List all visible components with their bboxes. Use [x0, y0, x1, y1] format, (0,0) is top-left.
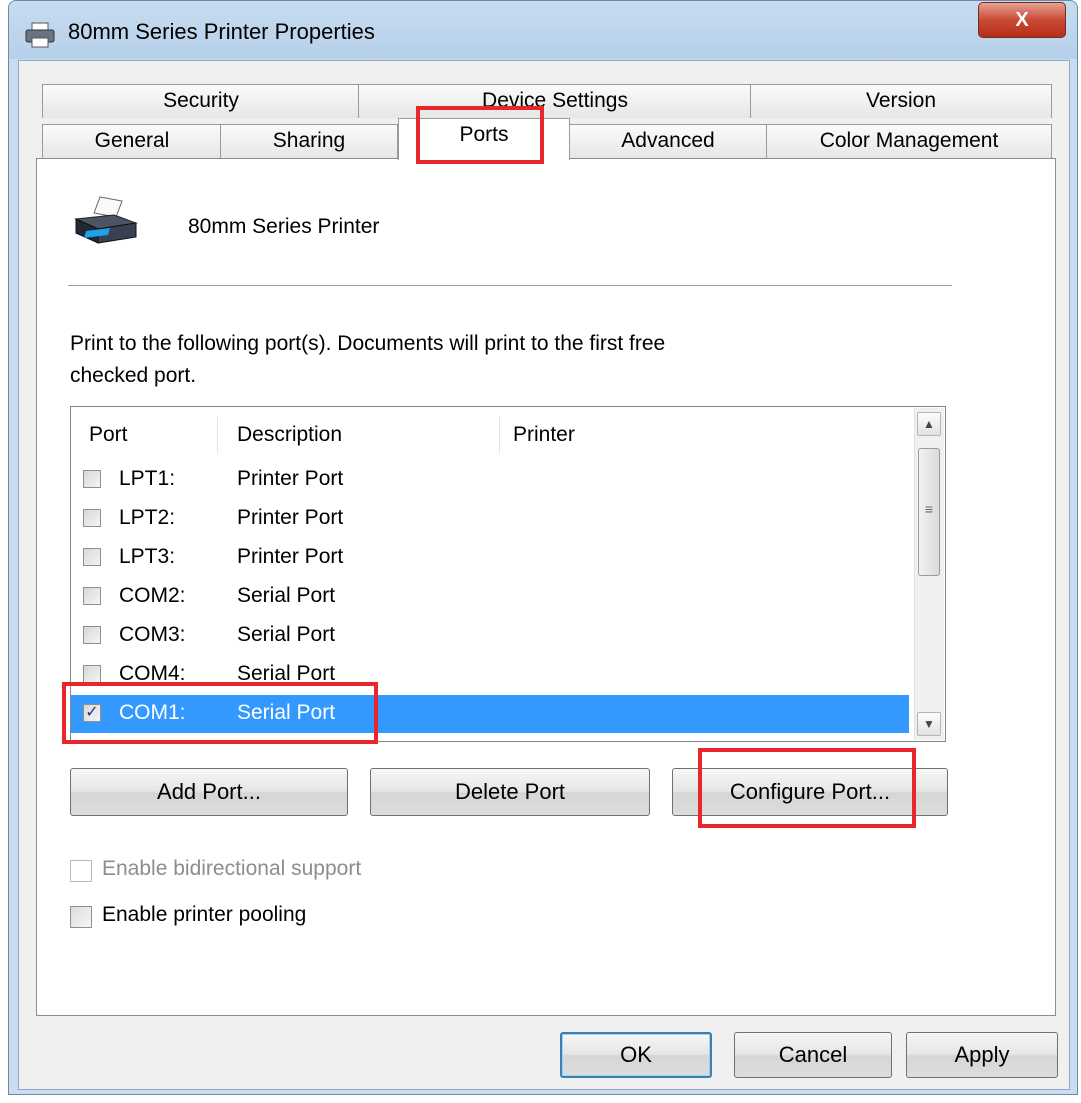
table-row[interactable]: LPT1: Printer Port: [71, 461, 909, 499]
separator: [68, 285, 952, 286]
port-name: LPT2:: [119, 506, 176, 529]
instructions-line-2: checked port.: [70, 364, 197, 387]
scroll-down-icon[interactable]: ▼: [917, 712, 941, 736]
cancel-button[interactable]: Cancel: [734, 1032, 892, 1078]
scroll-up-icon[interactable]: ▲: [917, 412, 941, 436]
printer-name: 80mm Series Printer: [188, 215, 380, 238]
highlight-box-com1-row: [62, 682, 378, 744]
tab-security[interactable]: Security: [42, 84, 360, 118]
table-row[interactable]: LPT3: Printer Port: [71, 539, 909, 577]
highlight-box-configure-port: [698, 748, 916, 828]
delete-port-button[interactable]: Delete Port: [370, 768, 650, 816]
close-button[interactable]: X: [978, 2, 1066, 38]
port-checkbox[interactable]: [83, 665, 101, 683]
port-description: Printer Port: [237, 506, 344, 529]
scroll-thumb[interactable]: ≡: [918, 448, 940, 576]
column-header-printer[interactable]: Printer: [513, 423, 575, 447]
bidirectional-checkbox[interactable]: [70, 860, 92, 882]
port-checkbox[interactable]: [83, 626, 101, 644]
column-header-port[interactable]: Port: [89, 423, 128, 447]
port-checkbox[interactable]: [83, 509, 101, 527]
instructions-line-1: Print to the following port(s). Document…: [70, 332, 666, 355]
port-description: Serial Port: [237, 584, 336, 607]
port-description: Printer Port: [237, 467, 344, 490]
ok-button[interactable]: OK: [560, 1032, 712, 1078]
port-checkbox[interactable]: [83, 548, 101, 566]
table-row[interactable]: LPT2: Printer Port: [71, 500, 909, 538]
window-title: 80mm Series Printer Properties: [68, 19, 375, 44]
table-row[interactable]: COM3: Serial Port: [71, 617, 909, 655]
port-name: COM3:: [119, 623, 186, 646]
printer-icon: [74, 196, 138, 244]
apply-button[interactable]: Apply: [906, 1032, 1058, 1078]
table-row[interactable]: COM2: Serial Port: [71, 578, 909, 616]
port-checkbox[interactable]: [83, 470, 101, 488]
vertical-scrollbar[interactable]: ▲ ≡ ▼: [914, 408, 944, 740]
tab-general[interactable]: General: [42, 124, 222, 158]
port-description: Serial Port: [237, 623, 336, 646]
printer-pooling-label: Enable printer pooling: [102, 903, 307, 926]
port-name: LPT1:: [119, 467, 176, 490]
column-divider[interactable]: [217, 417, 218, 453]
highlight-box-ports-tab: [416, 106, 544, 164]
add-port-button[interactable]: Add Port...: [70, 768, 348, 816]
port-name: LPT3:: [119, 545, 176, 568]
tab-advanced[interactable]: Advanced: [568, 124, 768, 158]
printer-icon: [25, 22, 55, 48]
tab-version[interactable]: Version: [750, 84, 1052, 118]
printer-pooling-checkbox[interactable]: [70, 906, 92, 928]
tab-sharing[interactable]: Sharing: [220, 124, 398, 158]
port-name: COM2:: [119, 584, 186, 607]
column-header-description[interactable]: Description: [237, 423, 342, 447]
column-divider[interactable]: [499, 417, 500, 453]
port-checkbox[interactable]: [83, 587, 101, 605]
tab-color-management[interactable]: Color Management: [766, 124, 1052, 158]
bidirectional-label: Enable bidirectional support: [102, 857, 362, 880]
port-description: Printer Port: [237, 545, 344, 568]
